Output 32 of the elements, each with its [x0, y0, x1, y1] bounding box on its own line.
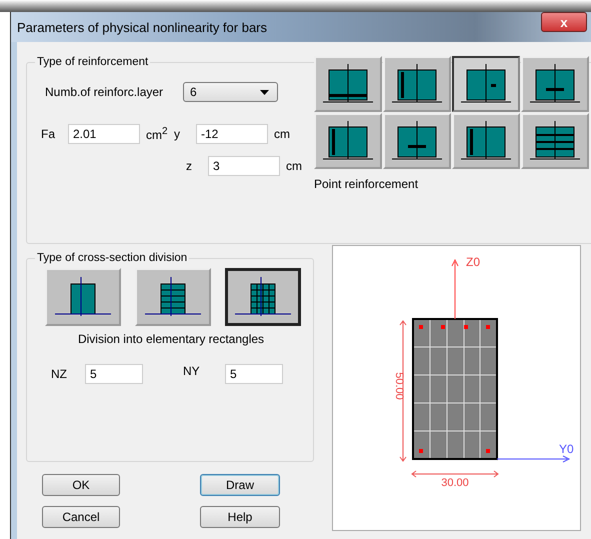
tiles-caption: Point reinforcement	[314, 177, 420, 193]
window-title: Parameters of physical nonlinearity for bars	[17, 20, 268, 34]
dialog-button[interactable]: Draw	[200, 474, 280, 496]
group-title: Type of cross-section division	[36, 252, 188, 264]
unit-label: cm	[274, 127, 291, 141]
unit-label: cm	[286, 159, 303, 173]
caret-icon	[260, 90, 270, 94]
dimension-label: 50.00	[393, 372, 405, 400]
axis-label: Y0	[559, 442, 574, 456]
division-type-button[interactable]	[225, 268, 301, 326]
ny-label: NY	[183, 364, 201, 378]
z-input[interactable]: 3	[208, 156, 280, 176]
dialog-button[interactable]: OK	[42, 474, 120, 496]
nz-label: NZ	[51, 367, 68, 381]
layer-count-dropdown[interactable]: 6	[183, 82, 278, 102]
fa-label: Fa	[40, 127, 56, 141]
close-button[interactable]: x	[541, 12, 587, 32]
division-caption: Division into elementary rectangles	[76, 332, 266, 346]
dimension-label: 30.00	[441, 477, 469, 489]
layer-count-label: Numb.of reinforc.layer	[45, 85, 164, 99]
fa-input[interactable]: 2.01	[68, 124, 140, 144]
y-label: y	[174, 127, 181, 141]
dialog-button[interactable]: Cancel	[42, 506, 120, 528]
ny-input[interactable]: 5	[225, 364, 283, 384]
y-input[interactable]: -12	[196, 124, 268, 144]
group-title: Type of reinforcement	[36, 56, 150, 68]
nz-input[interactable]: 5	[85, 364, 143, 384]
axis-label: Z0	[466, 255, 480, 269]
dialog-button[interactable]: Help	[200, 506, 280, 528]
reinforcement-type-button[interactable]	[452, 56, 520, 112]
unit-label: cm$^{2}$	[146, 126, 169, 142]
z-label: z	[186, 159, 193, 173]
